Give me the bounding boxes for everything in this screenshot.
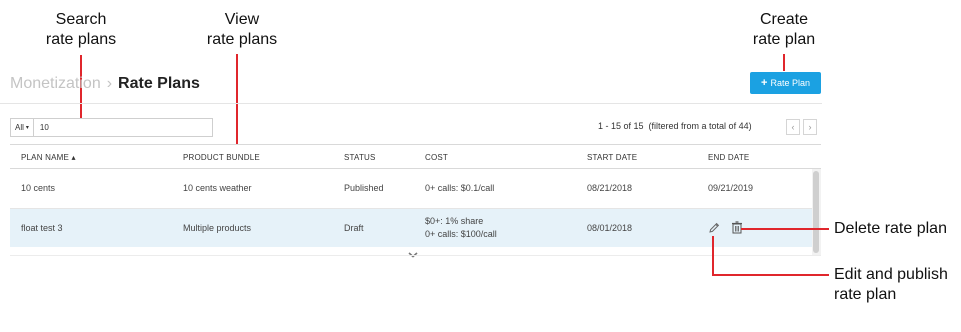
callout-view-line1: View xyxy=(224,11,260,28)
row-plan-name: float test 3 xyxy=(21,223,63,233)
callout-create-line2: rate plan xyxy=(752,31,816,48)
breadcrumb-parent-link[interactable]: Monetization xyxy=(10,75,101,93)
callout-edit-line1: Edit and publish xyxy=(834,266,948,283)
callout-search-rate-plans: Search rate plans xyxy=(38,10,124,50)
table-scrollbar[interactable] xyxy=(812,169,821,255)
callout-edit-pointer-vertical xyxy=(712,236,714,276)
row-status: Published xyxy=(344,183,384,193)
callout-search-line2: rate plans xyxy=(45,31,117,48)
chevron-right-icon: › xyxy=(808,122,812,132)
row-cost-line1: $0+: 1% share xyxy=(425,216,484,226)
search-filter-select[interactable]: All ▾ xyxy=(11,119,34,136)
breadcrumb-separator: › xyxy=(106,75,113,92)
add-rate-plan-button[interactable]: + Rate Plan xyxy=(750,72,821,94)
column-header-start-date[interactable]: START DATE xyxy=(587,153,637,162)
next-page-button[interactable]: › xyxy=(803,119,817,135)
row-product-bundle: 10 cents weather xyxy=(183,183,252,193)
add-rate-plan-label: Rate Plan xyxy=(770,78,810,88)
callout-delete-pointer xyxy=(741,228,829,230)
scrollbar-thumb[interactable] xyxy=(813,171,819,253)
plus-icon: + xyxy=(761,77,768,89)
edit-rate-plan-button[interactable] xyxy=(707,221,721,235)
caret-down-icon: ▾ xyxy=(25,125,29,131)
row-cost: 0+ calls: $0.1/call xyxy=(425,183,495,193)
column-header-product-bundle[interactable]: PRODUCT BUNDLE xyxy=(183,153,260,162)
chevron-left-icon: ‹ xyxy=(791,122,795,132)
callout-edit-pointer-horizontal xyxy=(712,274,829,276)
row-start-date: 08/21/2018 xyxy=(587,183,633,193)
header-divider xyxy=(0,103,822,104)
callout-search-line1: Search xyxy=(55,11,107,28)
breadcrumb: Monetization › Rate Plans xyxy=(10,74,200,94)
callout-create-line1: Create xyxy=(759,11,809,28)
row-cost-line2: 0+ calls: $100/call xyxy=(425,229,497,239)
row-plan-name: 10 cents xyxy=(21,183,56,193)
row-product-bundle: Multiple products xyxy=(183,223,252,233)
row-end-date: 09/21/2019 xyxy=(708,183,754,193)
column-header-end-date[interactable]: END DATE xyxy=(708,153,749,162)
callout-view-rate-plans: View rate plans xyxy=(197,10,287,50)
prev-page-button[interactable]: ‹ xyxy=(786,119,800,135)
callout-delete-rate-plan: Delete rate plan xyxy=(834,220,947,237)
table-row[interactable] xyxy=(10,169,812,208)
callout-create-pointer xyxy=(783,54,785,71)
table-bottom-edge xyxy=(10,255,821,256)
table-row-selected[interactable] xyxy=(10,209,812,247)
column-header-status[interactable]: STATUS xyxy=(344,153,376,162)
callout-edit-rate-plan: Edit and publish rate plan xyxy=(834,265,948,305)
search-input[interactable] xyxy=(33,119,212,136)
callout-edit-line2: rate plan xyxy=(834,286,897,303)
pagination-summary: 1 - 15 of 15 (filtered from a total of 4… xyxy=(598,121,752,131)
row-status: Draft xyxy=(344,223,364,233)
column-header-cost[interactable]: COST xyxy=(425,153,448,162)
search-filter-value: All xyxy=(15,123,24,132)
column-header-plan-name[interactable]: PLAN NAME ▴ xyxy=(21,153,76,162)
search-bar: All ▾ xyxy=(10,118,213,137)
row-start-date: 08/01/2018 xyxy=(587,223,633,233)
callout-view-pointer xyxy=(236,54,238,145)
callout-create-rate-plan: Create rate plan xyxy=(742,10,826,50)
table-top-border xyxy=(10,144,821,145)
pencil-icon xyxy=(709,222,720,233)
callout-view-line2: rate plans xyxy=(206,31,278,48)
page-title: Rate Plans xyxy=(118,75,200,92)
